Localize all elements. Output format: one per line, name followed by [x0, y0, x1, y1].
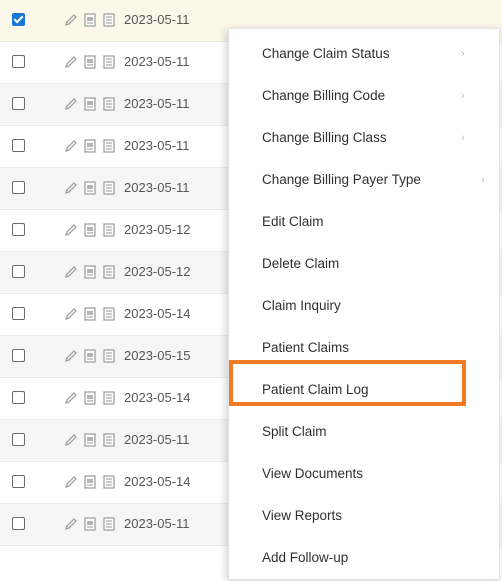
chevron-right-icon: › — [461, 132, 465, 144]
claim-date: 2023-05-11 — [124, 54, 190, 69]
pencil-icon[interactable] — [63, 12, 79, 28]
menu-item-edit-claim[interactable]: Edit Claim — [229, 201, 501, 243]
row-checkbox[interactable] — [12, 307, 25, 320]
list-document-icon[interactable] — [101, 516, 117, 532]
row-checkbox[interactable] — [12, 265, 25, 278]
menu-item-label: Change Claim Status — [262, 46, 390, 61]
menu-item-label: Claim Inquiry — [262, 298, 341, 313]
list-document-icon[interactable] — [101, 54, 117, 70]
menu-item-delete-claim[interactable]: Delete Claim — [229, 243, 501, 285]
menu-item-label: Change Billing Code — [262, 88, 386, 103]
claim-date: 2023-05-11 — [124, 12, 190, 27]
claim-date: 2023-05-12 — [124, 222, 191, 237]
pencil-icon[interactable] — [63, 516, 79, 532]
pencil-icon[interactable] — [63, 474, 79, 490]
list-document-icon[interactable] — [101, 306, 117, 322]
pencil-icon[interactable] — [63, 222, 79, 238]
document-icon[interactable] — [82, 12, 98, 28]
menu-item-label: Change Billing Payer Type — [262, 172, 421, 187]
highlight-box — [229, 360, 466, 406]
row-checkbox[interactable] — [12, 475, 25, 488]
pencil-icon[interactable] — [63, 180, 79, 196]
list-document-icon[interactable] — [101, 180, 117, 196]
menu-item-label: Edit Claim — [262, 214, 324, 229]
row-checkbox[interactable] — [12, 433, 25, 446]
menu-item-label: Split Claim — [262, 424, 327, 439]
claim-date: 2023-05-11 — [124, 138, 190, 153]
document-icon[interactable] — [82, 54, 98, 70]
menu-item-label: Delete Claim — [262, 256, 340, 271]
document-icon[interactable] — [82, 138, 98, 154]
row-checkbox[interactable] — [12, 13, 25, 26]
document-icon[interactable] — [82, 348, 98, 364]
menu-item-change-billing-code[interactable]: Change Billing Code › — [229, 75, 501, 117]
list-document-icon[interactable] — [101, 474, 117, 490]
pencil-icon[interactable] — [63, 54, 79, 70]
menu-item-change-billing-class[interactable]: Change Billing Class › — [229, 117, 501, 159]
document-icon[interactable] — [82, 264, 98, 280]
chevron-right-icon: › — [461, 90, 465, 102]
document-icon[interactable] — [82, 306, 98, 322]
row-checkbox[interactable] — [12, 349, 25, 362]
claim-date: 2023-05-14 — [124, 306, 191, 321]
menu-item-view-documents[interactable]: View Documents — [229, 453, 501, 495]
document-icon[interactable] — [82, 432, 98, 448]
document-icon[interactable] — [82, 390, 98, 406]
pencil-icon[interactable] — [63, 348, 79, 364]
row-checkbox[interactable] — [12, 223, 25, 236]
menu-item-label: View Reports — [262, 508, 343, 523]
row-checkbox[interactable] — [12, 181, 25, 194]
list-document-icon[interactable] — [101, 390, 117, 406]
list-document-icon[interactable] — [101, 222, 117, 238]
claim-date: 2023-05-12 — [124, 264, 191, 279]
menu-item-change-billing-payer-type[interactable]: Change Billing Payer Type › — [229, 159, 501, 201]
pencil-icon[interactable] — [63, 96, 79, 112]
chevron-right-icon: › — [481, 174, 485, 186]
claim-date: 2023-05-11 — [124, 432, 190, 447]
row-checkbox[interactable] — [12, 391, 25, 404]
row-checkbox[interactable] — [12, 139, 25, 152]
claim-date: 2023-05-11 — [124, 96, 190, 111]
menu-item-view-reports[interactable]: View Reports — [229, 495, 501, 537]
chevron-right-icon: › — [461, 48, 465, 60]
menu-item-label: Change Billing Class — [262, 130, 387, 145]
pencil-icon[interactable] — [63, 432, 79, 448]
context-menu: Change Claim Status › Change Billing Cod… — [228, 28, 500, 580]
document-icon[interactable] — [82, 96, 98, 112]
menu-item-label: View Documents — [262, 466, 364, 481]
claim-date: 2023-05-14 — [124, 474, 191, 489]
list-document-icon[interactable] — [101, 138, 117, 154]
pencil-icon[interactable] — [63, 306, 79, 322]
document-icon[interactable] — [82, 516, 98, 532]
claim-date: 2023-05-11 — [124, 516, 190, 531]
document-icon[interactable] — [82, 180, 98, 196]
pencil-icon[interactable] — [63, 390, 79, 406]
menu-item-label: Add Follow-up — [262, 550, 349, 565]
list-document-icon[interactable] — [101, 348, 117, 364]
claim-date: 2023-05-11 — [124, 180, 190, 195]
document-icon[interactable] — [82, 474, 98, 490]
document-icon[interactable] — [82, 222, 98, 238]
list-document-icon[interactable] — [101, 264, 117, 280]
list-document-icon[interactable] — [101, 12, 117, 28]
menu-item-split-claim[interactable]: Split Claim — [229, 411, 501, 453]
menu-item-add-follow-up[interactable]: Add Follow-up — [229, 537, 501, 579]
list-document-icon[interactable] — [101, 96, 117, 112]
row-checkbox[interactable] — [12, 55, 25, 68]
claim-date: 2023-05-14 — [124, 390, 191, 405]
pencil-icon[interactable] — [63, 138, 79, 154]
row-checkbox[interactable] — [12, 97, 25, 110]
menu-item-change-claim-status[interactable]: Change Claim Status › — [229, 33, 501, 75]
menu-item-claim-inquiry[interactable]: Claim Inquiry — [229, 285, 501, 327]
claim-date: 2023-05-15 — [124, 348, 191, 363]
pencil-icon[interactable] — [63, 264, 79, 280]
row-checkbox[interactable] — [12, 517, 25, 530]
list-document-icon[interactable] — [101, 432, 117, 448]
